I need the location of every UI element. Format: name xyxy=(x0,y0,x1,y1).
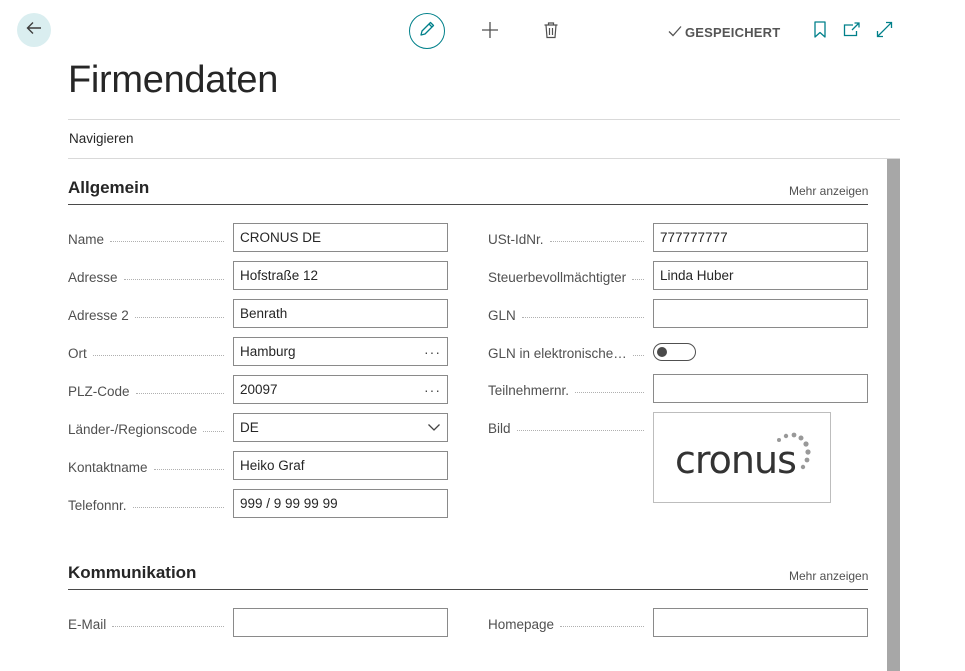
section-title-general[interactable]: Allgemein xyxy=(68,178,149,198)
label-participant-no: Teilnehmernr. xyxy=(488,382,648,398)
bookmark-icon xyxy=(814,21,826,43)
back-button[interactable] xyxy=(17,13,51,47)
new-button[interactable] xyxy=(479,21,501,43)
label-address: Adresse xyxy=(68,269,228,285)
arrow-left-icon xyxy=(25,19,43,42)
label-city: Ort xyxy=(68,345,228,361)
label-post-code: PLZ-Code xyxy=(68,383,228,399)
label-picture: Bild xyxy=(488,420,648,436)
label-gln-electronic-document: GLN in elektronische… xyxy=(488,345,648,361)
page-title: Firmendaten xyxy=(68,59,279,101)
communication-show-more-link[interactable]: Mehr anzeigen xyxy=(789,569,868,583)
pencil-icon xyxy=(418,20,436,43)
section-title-communication[interactable]: Kommunikation xyxy=(68,563,196,583)
check-icon xyxy=(668,25,685,40)
label-phone-no: Telefonnr. xyxy=(68,497,228,513)
general-section-rule xyxy=(68,204,868,205)
contact-name-input[interactable]: Heiko Graf xyxy=(233,451,448,480)
participant-no-input[interactable] xyxy=(653,374,868,403)
trash-icon xyxy=(543,21,559,44)
label-contact-name: Kontaktname xyxy=(68,459,228,475)
saved-label: GESPEICHERT xyxy=(685,24,781,40)
label-address-2: Adresse 2 xyxy=(68,307,228,323)
label-tax-representative: Steuerbevollmächtigter xyxy=(488,269,648,285)
logo-dots-icon xyxy=(777,432,811,469)
label-country-region-code: Länder-/Regionscode xyxy=(68,421,228,437)
address-input[interactable]: Hofstraße 12 xyxy=(233,261,448,290)
address-2-input[interactable]: Benrath xyxy=(233,299,448,328)
expand-icon xyxy=(876,21,893,43)
navigate-menu[interactable]: Navigieren xyxy=(69,131,134,146)
name-input[interactable]: CRONUS DE xyxy=(233,223,448,252)
plus-icon xyxy=(481,21,499,44)
open-new-window-button[interactable] xyxy=(842,22,860,42)
label-email: E-Mail xyxy=(68,616,228,632)
open-in-new-window-icon xyxy=(843,22,860,42)
saved-status: GESPEICHERT xyxy=(668,22,780,42)
post-code-lookup-button[interactable]: ··· xyxy=(424,382,441,398)
phone-no-input[interactable]: 999 / 9 99 99 99 xyxy=(233,489,448,518)
cronus-logo: cronus xyxy=(667,428,817,488)
communication-section-rule xyxy=(68,589,868,590)
nav-divider xyxy=(68,158,900,159)
title-divider xyxy=(68,119,900,120)
label-homepage: Homepage xyxy=(488,616,648,632)
vat-reg-no-input[interactable]: 777777777 xyxy=(653,223,868,252)
general-show-more-link[interactable]: Mehr anzeigen xyxy=(789,184,868,198)
delete-button[interactable] xyxy=(541,21,561,43)
label-vat-reg-no: USt-IdNr. xyxy=(488,231,648,247)
city-lookup-button[interactable]: ··· xyxy=(424,344,441,360)
toggle-knob xyxy=(657,347,667,357)
label-gln: GLN xyxy=(488,307,648,323)
label-name: Name xyxy=(68,231,228,247)
email-input[interactable] xyxy=(233,608,448,637)
tax-representative-input[interactable]: Linda Huber xyxy=(653,261,868,290)
country-region-code-select[interactable]: DE xyxy=(233,413,448,442)
edit-button[interactable] xyxy=(409,13,445,49)
chevron-down-icon xyxy=(427,420,441,435)
expand-button[interactable] xyxy=(875,21,893,43)
gln-electronic-document-toggle[interactable] xyxy=(653,343,696,361)
vertical-scrollbar[interactable] xyxy=(887,159,900,671)
bookmark-button[interactable] xyxy=(812,21,828,43)
gln-input[interactable] xyxy=(653,299,868,328)
company-picture[interactable]: cronus xyxy=(653,412,831,503)
post-code-input[interactable]: 20097 ··· xyxy=(233,375,448,404)
homepage-input[interactable] xyxy=(653,608,868,637)
city-input[interactable]: Hamburg ··· xyxy=(233,337,448,366)
